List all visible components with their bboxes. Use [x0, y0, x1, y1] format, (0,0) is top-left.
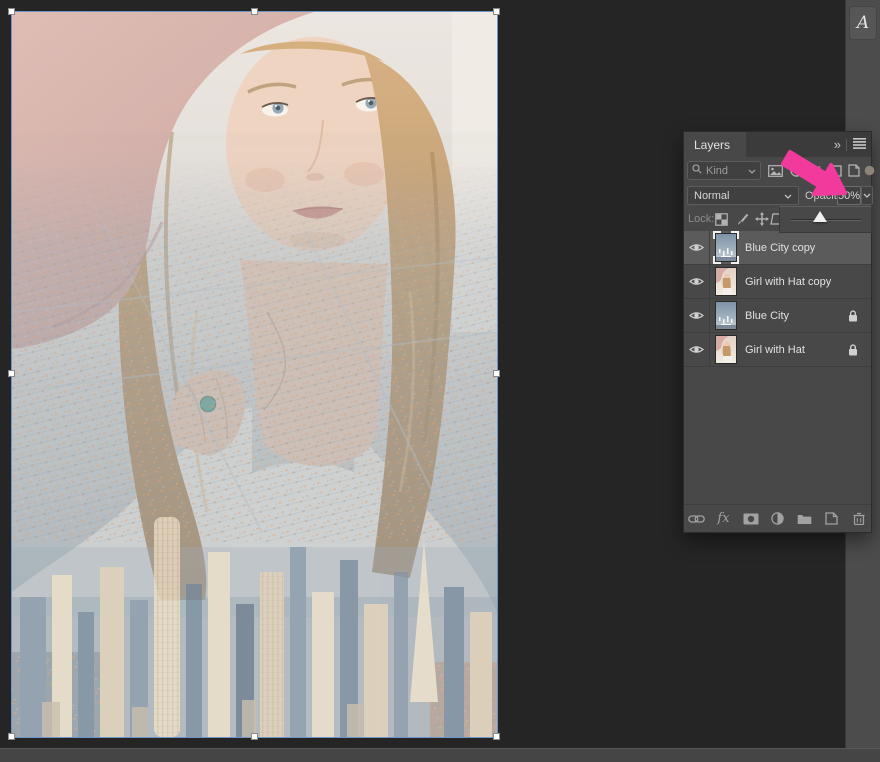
transform-handle-bottom-right[interactable]: [493, 733, 500, 740]
transform-handle-middle-right[interactable]: [493, 370, 500, 377]
add-layer-mask-icon[interactable]: [742, 511, 760, 527]
lock-pixels-brush-icon[interactable]: [734, 211, 751, 227]
layer-thumbnail-girl[interactable]: [716, 336, 736, 363]
layers-list: Blue City copy Girl with Hat copy Blue C…: [684, 231, 871, 367]
opacity-dropdown-button[interactable]: [861, 186, 873, 205]
layer-filter-kind-select[interactable]: Kind: [687, 161, 761, 180]
tab-layers-label: Layers: [694, 138, 730, 152]
new-group-folder-icon[interactable]: [796, 511, 814, 527]
opacity-slider-thumb[interactable]: [813, 211, 827, 222]
status-bar: [0, 748, 880, 762]
collapsed-panel-glyph: A: [857, 13, 869, 33]
transform-handle-bottom-center[interactable]: [251, 733, 258, 740]
layer-name: Blue City copy: [745, 242, 815, 254]
opacity-slider-popup: [779, 206, 872, 233]
tab-layers[interactable]: Layers: [684, 132, 746, 157]
visibility-eye-icon[interactable]: [684, 299, 710, 332]
layer-name: Girl with Hat copy: [745, 276, 831, 288]
transform-handle-bottom-left[interactable]: [8, 733, 15, 740]
visibility-eye-icon[interactable]: [684, 231, 710, 264]
layer-lock-icon: [848, 310, 858, 325]
layer-thumbnail-city[interactable]: [716, 234, 736, 261]
transform-handle-top-left[interactable]: [8, 8, 15, 15]
transform-handle-top-center[interactable]: [251, 8, 258, 15]
layer-filter-kind-label: Kind: [706, 165, 728, 177]
layer-name: Girl with Hat: [745, 344, 805, 356]
layer-row-blue-city-copy[interactable]: Blue City copy: [684, 231, 871, 265]
visibility-eye-icon[interactable]: [684, 265, 710, 298]
search-icon: [692, 164, 702, 177]
lock-label: Lock:: [688, 213, 714, 225]
layer-row-girl-with-hat[interactable]: Girl with Hat: [684, 333, 871, 367]
double-exposure-artwork: [12, 12, 497, 737]
filter-toggle-icon[interactable]: [860, 162, 878, 179]
layer-thumbnail-city[interactable]: [716, 302, 736, 329]
blend-mode-value: Normal: [694, 190, 729, 202]
transform-handle-middle-left[interactable]: [8, 370, 15, 377]
layers-panel-bottom-bar: fx: [684, 504, 871, 532]
layer-row-blue-city[interactable]: Blue City: [684, 299, 871, 333]
transform-handle-top-right[interactable]: [493, 8, 500, 15]
layer-thumbnail-girl[interactable]: [716, 268, 736, 295]
delete-layer-trash-icon[interactable]: [850, 511, 868, 527]
new-layer-icon[interactable]: [823, 511, 841, 527]
chevron-down-icon: [748, 165, 756, 177]
layer-name: Blue City: [745, 310, 789, 322]
lock-transparency-icon[interactable]: [713, 211, 730, 227]
collapsed-panel-button[interactable]: A: [849, 6, 877, 40]
visibility-eye-icon[interactable]: [684, 333, 710, 366]
annotation-arrow-to-opacity: [770, 145, 860, 207]
layer-effects-icon[interactable]: fx: [715, 511, 733, 527]
layer-row-girl-with-hat-copy[interactable]: Girl with Hat copy: [684, 265, 871, 299]
link-layers-icon[interactable]: [688, 511, 706, 527]
document-canvas-image[interactable]: [12, 12, 497, 737]
new-adjustment-layer-icon[interactable]: [769, 511, 787, 527]
layer-lock-icon: [848, 344, 858, 359]
